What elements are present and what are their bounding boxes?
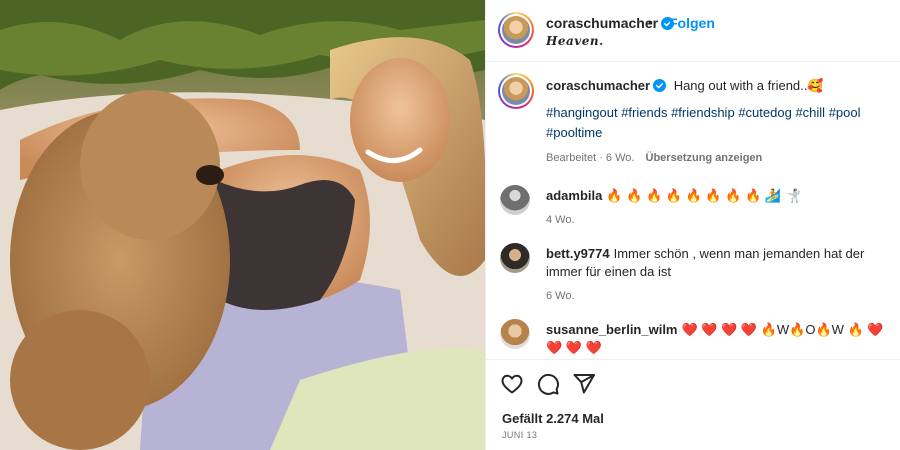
comment-timestamp: 4 Wo. — [546, 214, 575, 226]
comment-item: adambila 🔥 🔥 🔥 🔥 🔥 🔥 🔥 🔥 🏄 🤺 4 Wo. — [546, 187, 891, 229]
post-actions: Gefällt 2.274 Mal JUNI 13 — [486, 359, 900, 450]
commenter-avatar[interactable] — [500, 243, 530, 273]
like-count[interactable]: Gefällt 2.274 Mal — [502, 411, 604, 426]
post-side-panel: coraschumacher • Folgen Heaven. coraschu… — [485, 0, 900, 450]
hashtag-link[interactable]: #friendship — [671, 105, 735, 120]
comment-timestamp: 6 Wo. — [546, 290, 575, 302]
heart-icon[interactable] — [500, 372, 524, 396]
edited-timestamp: Bearbeitet · 6 Wo. — [546, 152, 635, 164]
commenter-username[interactable]: susanne_berlin_wilm — [546, 322, 678, 337]
hashtag-link[interactable]: #chill — [795, 105, 825, 120]
caption-username[interactable]: coraschumacher — [546, 78, 667, 93]
hashtag-link[interactable]: #hangingout — [546, 105, 618, 120]
post-photo-illustration — [0, 0, 485, 450]
hashtag-link[interactable]: #cutedog — [738, 105, 792, 120]
comment-item: bett.y9774 Immer schön , wenn man jemande… — [546, 245, 886, 305]
caption: coraschumacher Hang out with a friend..🥰… — [546, 77, 891, 167]
share-icon[interactable] — [572, 372, 596, 396]
follow-button[interactable]: Folgen — [669, 15, 715, 31]
verified-badge-icon — [653, 79, 667, 92]
author-username-text[interactable]: coraschumacher — [546, 15, 658, 31]
caption-hashtags: #hangingout #friends #friendship #cutedo… — [546, 103, 871, 143]
caption-text: Hang out with a friend..🥰 — [673, 78, 824, 93]
separator-dot: • — [648, 14, 653, 30]
author-avatar[interactable] — [498, 12, 534, 48]
translate-button[interactable]: Übersetzung anzeigen — [646, 152, 763, 164]
comment-text: 🔥 🔥 🔥 🔥 🔥 🔥 🔥 🔥 🏄 🤺 — [606, 188, 801, 203]
location-label[interactable]: Heaven. — [546, 34, 604, 48]
commenter-avatar[interactable] — [500, 319, 530, 349]
hashtag-link[interactable]: #pool — [829, 105, 861, 120]
comment-item: susanne_berlin_wilm ❤️ ❤️ ❤️ ❤️ 🔥W🔥O🔥W 🔥 … — [546, 321, 896, 357]
comments-section[interactable]: coraschumacher Hang out with a friend..🥰… — [486, 63, 900, 359]
caption-username-text[interactable]: coraschumacher — [546, 78, 650, 93]
commenter-username[interactable]: bett.y9774 — [546, 246, 610, 261]
commenter-username[interactable]: adambila — [546, 188, 602, 203]
caption-author-avatar[interactable] — [498, 73, 534, 109]
caption-meta: Bearbeitet · 6 Wo. Übersetzung anzeigen — [546, 149, 891, 167]
post-image[interactable] — [0, 0, 485, 450]
commenter-avatar[interactable] — [500, 185, 530, 215]
post-date: JUNI 13 — [502, 430, 538, 440]
hashtag-link[interactable]: #friends — [621, 105, 667, 120]
post-header: coraschumacher • Folgen Heaven. — [486, 0, 900, 62]
comment-icon[interactable] — [536, 372, 560, 396]
author-username[interactable]: coraschumacher — [546, 15, 675, 31]
hashtag-link[interactable]: #pooltime — [546, 125, 602, 140]
